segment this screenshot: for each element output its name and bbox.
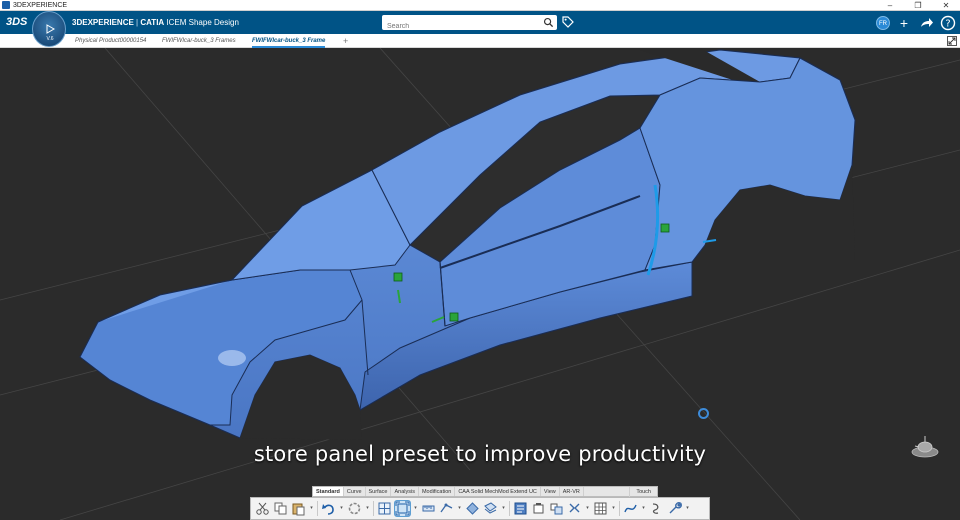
app-top-bar: 3DS 3DEXPERIENCE | CATIA ICEM Shape Desi… (0, 11, 960, 34)
robot-widget-icon[interactable] (910, 434, 940, 460)
compass-version: V.6 (46, 36, 54, 42)
body-highlight (218, 350, 246, 366)
section-view[interactable]: View (541, 487, 560, 496)
handle-2 (449, 312, 459, 322)
knowledge-icon[interactable] (531, 501, 546, 516)
product-name: CATIA (140, 18, 165, 27)
action-bar-tools: ▾ ▾ ▾ ▾ ▾ ▾ ▾ ▾ ▾ ▾ (250, 497, 710, 520)
sheet-dropdown-icon[interactable]: ▾ (501, 501, 506, 516)
curve-icon[interactable] (623, 501, 638, 516)
app-glyph-icon (2, 1, 10, 9)
table-dropdown-icon[interactable]: ▾ (611, 501, 616, 516)
document-tabs: Physical Product00000154 FWIFWIcar-buck_… (0, 34, 960, 48)
multi-view-icon[interactable] (377, 501, 392, 516)
section-modification[interactable]: Modification (419, 487, 456, 496)
svg-text:?: ? (945, 18, 950, 29)
window-controls: – ❐ ✕ (876, 0, 960, 11)
search-icon[interactable] (543, 17, 554, 28)
close-button[interactable]: ✕ (932, 0, 960, 11)
car-body-model[interactable] (79, 48, 856, 440)
window-title: 3DEXPERIENCE (13, 1, 68, 9)
measure-icon[interactable] (421, 501, 436, 516)
app-window: 3DEXPERIENCE – ❐ ✕ 3DS 3DEXPERIENCE | CA… (0, 0, 960, 520)
section-standard[interactable]: Standard (313, 487, 344, 496)
paste-icon[interactable] (291, 501, 306, 516)
tag-icon[interactable] (562, 16, 574, 28)
rotate-icon[interactable] (465, 501, 480, 516)
minimize-button[interactable]: – (876, 0, 904, 11)
normal-view-icon[interactable] (439, 501, 454, 516)
separator (317, 501, 318, 516)
separator (373, 501, 374, 516)
plane-icon[interactable] (549, 501, 564, 516)
cursor-indicator-icon (698, 408, 709, 419)
top-right-controls: FR + ? (876, 14, 956, 31)
catalog-icon[interactable] (513, 501, 528, 516)
add-tab-button[interactable]: + (343, 34, 348, 48)
split-dropdown-icon[interactable]: ▾ (585, 501, 590, 516)
curve-dropdown-icon[interactable]: ▾ (641, 501, 646, 516)
action-bar-sections: Standard Curve Surface Analysis Modifica… (312, 486, 658, 497)
action-bar: Standard Curve Surface Analysis Modifica… (250, 486, 710, 520)
undo-dropdown-icon[interactable]: ▾ (339, 501, 344, 516)
fit-all-icon[interactable] (394, 500, 411, 517)
compass-widget[interactable]: V.6 (32, 11, 66, 47)
hook-icon[interactable] (649, 501, 664, 516)
brand-bold: 3D (72, 18, 83, 27)
os-title-bar: 3DEXPERIENCE – ❐ ✕ (0, 0, 960, 11)
section-caa-solid[interactable]: CAA Solid MechMod Extend UC (455, 487, 541, 496)
section-analysis[interactable]: Analysis (391, 487, 419, 496)
tab-physical-product[interactable]: Physical Product00000154 (75, 34, 146, 48)
paste-dropdown-icon[interactable]: ▾ (309, 501, 314, 516)
split-icon[interactable] (567, 501, 582, 516)
add-icon[interactable]: + (896, 15, 912, 31)
update-dropdown-icon[interactable]: ▾ (365, 501, 370, 516)
touch-toggle[interactable]: Touch (629, 487, 657, 497)
tab-car-buck-frame-active[interactable]: FWIFWIcar-buck_3 Frame (252, 34, 326, 48)
section-surface[interactable]: Surface (366, 487, 392, 496)
wrench-icon[interactable] (667, 501, 682, 516)
view-dropdown-icon[interactable]: ▾ (457, 501, 462, 516)
module-name: ICEM Shape Design (164, 18, 239, 27)
cut-icon[interactable] (255, 501, 270, 516)
search-input[interactable] (382, 19, 537, 34)
sheet-icon[interactable] (483, 501, 498, 516)
section-ar-vr[interactable]: AR-VR (560, 487, 584, 496)
search-box (382, 15, 557, 34)
share-icon[interactable] (918, 15, 934, 31)
wrench-dropdown-icon[interactable]: ▾ (685, 501, 690, 516)
handle-3 (660, 223, 670, 233)
copy-icon[interactable] (273, 501, 288, 516)
table-icon[interactable] (593, 501, 608, 516)
ds-logo-icon[interactable]: 3DS (6, 14, 27, 31)
handle-1 (393, 272, 403, 282)
brand-rest: EXPERIENCE (82, 18, 134, 27)
app-title: 3DEXPERIENCE | CATIA ICEM Shape Design (72, 11, 239, 34)
undo-icon[interactable] (321, 501, 336, 516)
separator (619, 501, 620, 516)
fit-dropdown-icon[interactable]: ▾ (413, 501, 418, 516)
user-avatar[interactable]: FR (876, 15, 890, 30)
update-icon[interactable] (347, 501, 362, 516)
video-caption: store panel preset to improve productivi… (253, 442, 707, 466)
expand-icon[interactable] (947, 36, 957, 46)
tab-car-buck-frames[interactable]: FWIFWIcar-buck_3 Frames (162, 34, 236, 48)
separator (509, 501, 510, 516)
help-icon[interactable]: ? (940, 15, 956, 31)
restore-button[interactable]: ❐ (904, 0, 932, 11)
section-curve[interactable]: Curve (344, 487, 366, 496)
play-icon (46, 24, 55, 34)
